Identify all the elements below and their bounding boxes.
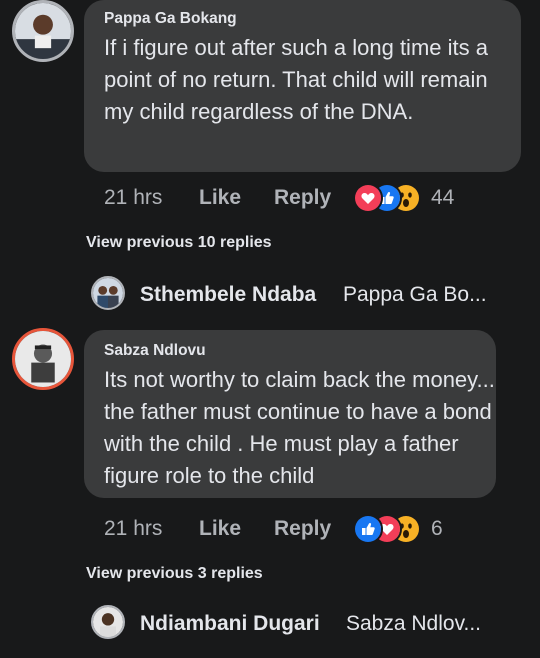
love-icon <box>353 183 383 213</box>
comment-text: If i figure out after such a long time i… <box>104 35 488 124</box>
avatar-sthembele-ndaba[interactable] <box>91 276 125 310</box>
avatar-pappa-ga-bokang[interactable] <box>12 0 74 62</box>
like-button[interactable]: Like <box>199 517 241 541</box>
comment-author[interactable]: Pappa Ga Bokang <box>104 10 237 28</box>
reply-preview[interactable]: Pappa Ga Bo... <box>343 283 487 307</box>
view-previous-replies-link[interactable]: View previous 10 replies <box>86 234 272 252</box>
avatar-sabza-ndlovu[interactable] <box>12 328 74 390</box>
comment-author[interactable]: Sabza Ndlovu <box>104 342 206 360</box>
profile-photo-icon <box>15 3 71 59</box>
reply-author[interactable]: Sthembele Ndaba <box>140 283 316 307</box>
reactions-summary[interactable]: 6 <box>353 514 453 544</box>
profile-photo-icon <box>15 331 71 387</box>
like-icon <box>353 514 383 544</box>
avatar-ndiambani-dugari[interactable] <box>91 605 125 639</box>
comment-timestamp[interactable]: 21 hrs <box>104 517 162 541</box>
reply-button[interactable]: Reply <box>274 186 331 210</box>
profile-photo-icon <box>93 607 123 637</box>
reaction-count: 44 <box>431 186 455 209</box>
reply-preview[interactable]: Sabza Ndlov... <box>346 612 481 636</box>
reply-author[interactable]: Ndiambani Dugari <box>140 612 320 636</box>
view-previous-replies-link[interactable]: View previous 3 replies <box>86 565 263 583</box>
reply-button[interactable]: Reply <box>274 517 331 541</box>
like-button[interactable]: Like <box>199 186 241 210</box>
reaction-count: 6 <box>431 517 443 540</box>
comment-text: Its not worthy to claim back the money..… <box>104 367 495 488</box>
reactions-summary[interactable]: 44 <box>353 183 463 213</box>
comment-timestamp[interactable]: 21 hrs <box>104 186 162 210</box>
profile-photo-icon <box>93 278 123 308</box>
